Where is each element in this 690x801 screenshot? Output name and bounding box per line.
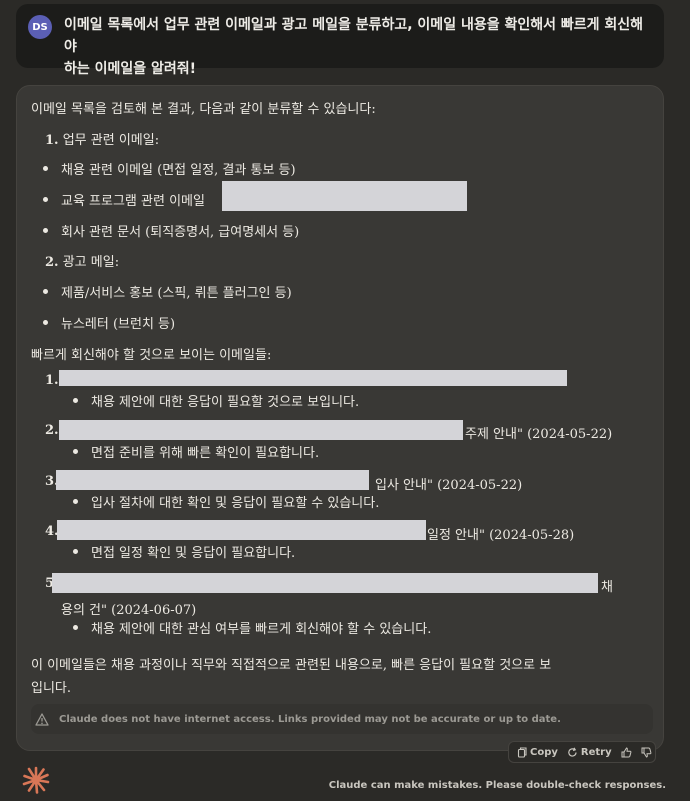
user-message: DS 이메일 목록에서 업무 관련 이메일과 광고 메일을 분류하고, 이메일 …: [16, 4, 664, 77]
list-item: 제품/서비스 홍보 (스픽, 뤼튼 플러그인 등): [61, 286, 292, 301]
section-heading-ad: 2. 광고 메일:: [45, 251, 119, 270]
avatar: DS: [28, 15, 52, 39]
thumbs-up-icon: [621, 746, 632, 757]
bullet: [73, 449, 78, 454]
user-message-line: 이메일 목록에서 업무 관련 이메일과 광고 메일을 분류하고, 이메일 내용을…: [64, 17, 644, 55]
list-number: 1.: [45, 373, 59, 388]
copy-label: Copy: [530, 746, 558, 758]
copy-button[interactable]: Copy: [517, 747, 558, 758]
heading-text: 광고 메일:: [62, 255, 120, 270]
redacted-block: [59, 370, 567, 386]
email-title-continuation: 용의 건" (2024-06-07): [61, 603, 197, 618]
bullet: [73, 499, 78, 504]
intro-text: 이메일 목록을 검토해 본 결과, 다음과 같이 분류할 수 있습니다:: [31, 102, 376, 117]
list-number: 2.: [45, 423, 59, 438]
email-title-suffix: 입사 안내" (2024-05-22): [375, 478, 523, 493]
thumbs-up-button[interactable]: [621, 746, 632, 758]
warning-text: Claude does not have internet access. Li…: [59, 713, 561, 725]
list-item: 채용 관련 이메일 (면접 일정, 결과 통보 등): [61, 163, 296, 178]
bullet: [43, 197, 48, 202]
bullet: [73, 625, 78, 630]
urgent-note: 채용 제안에 대한 관심 여부를 빠르게 회신해야 할 수 있습니다.: [91, 622, 432, 637]
assistant-response: 이메일 목록을 검토해 본 결과, 다음과 같이 분류할 수 있습니다: 1. …: [16, 85, 664, 751]
urgent-note: 면접 일정 확인 및 응답이 필요합니다.: [91, 546, 296, 561]
user-message-text: 이메일 목록에서 업무 관련 이메일과 광고 메일을 분류하고, 이메일 내용을…: [64, 14, 648, 77]
bullet: [43, 228, 48, 233]
heading-text: 업무 관련 이메일:: [62, 133, 160, 148]
retry-label: Retry: [580, 746, 612, 758]
bullet: [73, 398, 78, 403]
redacted-block: [222, 181, 467, 211]
list-number: 1.: [45, 133, 59, 148]
redacted-block: [57, 520, 426, 540]
redacted-block: [52, 573, 598, 593]
retry-button[interactable]: Retry: [567, 747, 612, 758]
message-actions: Copy Retry: [508, 741, 656, 763]
list-item: 교육 프로그램 관련 이메일: [61, 194, 205, 209]
email-title-suffix: 채: [601, 580, 613, 595]
urgent-note: 입사 절차에 대한 확인 및 응답이 필요할 수 있습니다.: [91, 496, 380, 511]
redacted-block: [56, 470, 369, 490]
urgent-note: 채용 제안에 대한 응답이 필요할 것으로 보입니다.: [91, 395, 360, 410]
redacted-block: [59, 420, 463, 440]
thumbs-down-icon: [641, 747, 652, 758]
section-heading-work: 1. 업무 관련 이메일:: [45, 129, 159, 148]
list-item: 뉴스레터 (브런치 등): [61, 317, 176, 332]
thumbs-down-button[interactable]: [641, 747, 652, 758]
retry-icon: [568, 746, 577, 757]
email-title-suffix: 일정 안내" (2024-05-28): [427, 528, 575, 543]
urgent-heading: 빠르게 회신해야 할 것으로 보이는 이메일들:: [31, 348, 272, 363]
bullet: [43, 320, 48, 325]
claude-logo-icon: [22, 766, 50, 794]
disclaimer-text: Claude can make mistakes. Please double-…: [328, 780, 666, 791]
user-message-line: 하는 이메일을 알려줘!: [64, 61, 197, 77]
email-title-suffix: 주제 안내" (2024-05-22): [465, 427, 613, 442]
conclusion-text: 입니다.: [31, 681, 72, 696]
internet-warning: Claude does not have internet access. Li…: [31, 704, 653, 734]
bullet: [43, 289, 48, 294]
bullet: [73, 549, 78, 554]
conclusion-text: 이 이메일들은 채용 과정이나 직무와 직접적으로 관련된 내용으로, 빠른 응…: [31, 658, 552, 673]
list-number: 2.: [45, 255, 59, 270]
warning-icon: [35, 712, 49, 726]
list-item: 회사 관련 문서 (퇴직증명서, 급여명세서 등): [61, 225, 300, 240]
bullet: [43, 166, 48, 171]
copy-icon: [517, 746, 527, 758]
urgent-note: 면접 준비를 위해 빠른 확인이 필요합니다.: [91, 446, 320, 461]
